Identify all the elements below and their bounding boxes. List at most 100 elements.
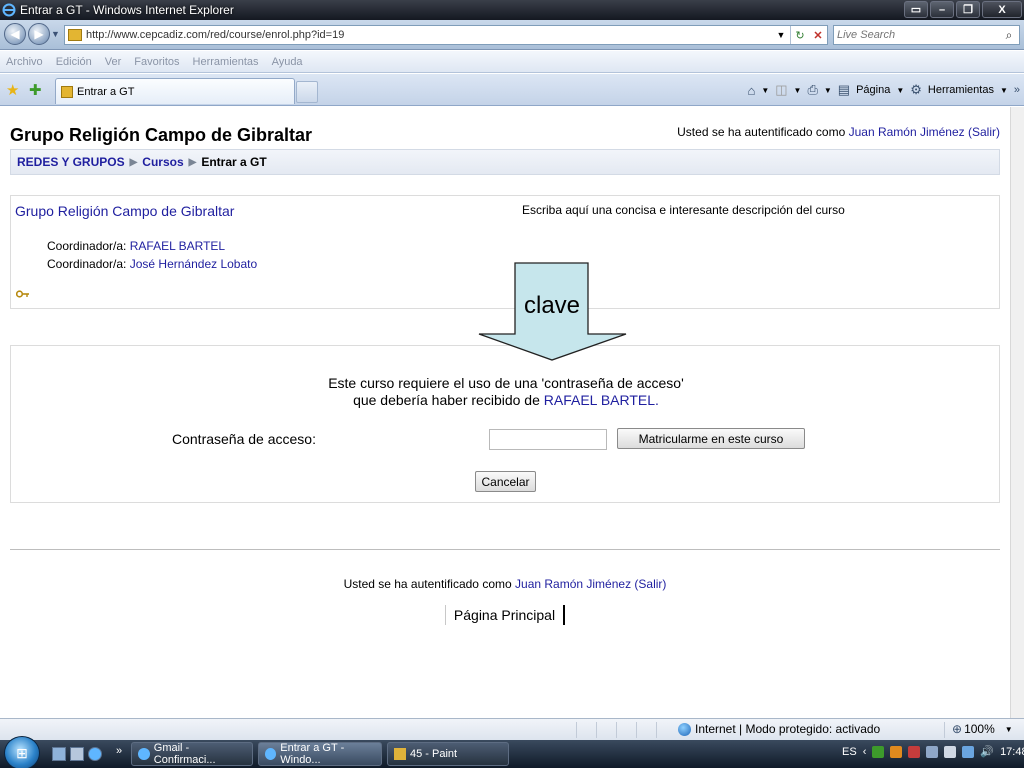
stop-icon[interactable]: ✕: [809, 29, 827, 42]
globe-icon: [678, 722, 691, 736]
quick-launch-more-icon[interactable]: »: [116, 745, 122, 757]
logout-link[interactable]: (Salir): [968, 125, 1000, 139]
password-input[interactable]: [489, 429, 607, 450]
feeds-dropdown-icon[interactable]: ▼: [794, 86, 802, 95]
menu-item-ver[interactable]: Ver: [105, 56, 122, 68]
search-icon[interactable]: ⌕: [999, 28, 1019, 43]
user-name-link[interactable]: Juan Ramón Jiménez: [849, 125, 965, 139]
menu-item-archivo[interactable]: Archivo: [6, 56, 43, 68]
user-name-link[interactable]: Juan Ramón Jiménez: [515, 577, 631, 591]
security-zone[interactable]: Internet | Modo protegido: activado: [678, 722, 880, 736]
enrol-message-line2: que debería haber recibido de RAFAEL BAR…: [11, 392, 1001, 408]
taskbar-item-label: 45 - Paint: [410, 748, 458, 760]
logout-link[interactable]: (Salir): [634, 577, 666, 591]
enrol-button[interactable]: Matricularme en este curso: [617, 428, 805, 449]
address-dropdown-icon[interactable]: ▼: [772, 30, 790, 40]
home-page-link[interactable]: Página Principal: [445, 605, 565, 625]
switch-window-icon[interactable]: ▭: [904, 1, 928, 18]
close-button[interactable]: X: [982, 1, 1022, 18]
tools-dropdown-icon[interactable]: ▼: [1000, 86, 1008, 95]
status-bar: Internet | Modo protegido: activado ⊕ 10…: [0, 718, 1024, 740]
status-divider: [576, 722, 577, 738]
coordinator-row: Coordinador/a: RAFAEL BARTEL: [47, 239, 225, 253]
tab-bar: ★ ✚ Entrar a GT ⌂ ▼ ◫ ▼ ⎙ ▼ ▤ Página ▼ ⚙ Her…: [0, 74, 1024, 106]
command-bar: ⌂ ▼ ◫ ▼ ⎙ ▼ ▤ Página ▼ ⚙ Herramientas ▼ »: [747, 82, 1020, 98]
breadcrumb-root-link[interactable]: REDES Y GRUPOS: [17, 155, 125, 169]
add-favorite-icon[interactable]: ✚: [29, 81, 42, 99]
tray-display-icon[interactable]: [962, 745, 975, 758]
tab-page-icon: [61, 85, 73, 98]
breadcrumb: REDES Y GRUPOS ▶ Cursos ▶ Entrar a GT: [10, 149, 1000, 175]
key-icon: [16, 290, 29, 298]
language-indicator[interactable]: ES: [842, 746, 857, 758]
taskbar-item-label: Entrar a GT - Windo...: [280, 742, 345, 766]
menu-item-edicion[interactable]: Edición: [56, 56, 92, 68]
tab-entrar-a-gt[interactable]: Entrar a GT: [55, 78, 295, 104]
tray-app-icon[interactable]: [890, 745, 903, 758]
page-icon: [68, 29, 82, 41]
url-text[interactable]: http://www.cepcadiz.com/red/course/enrol…: [86, 29, 772, 41]
home-icon[interactable]: ⌂: [747, 83, 755, 98]
breadcrumb-section-link[interactable]: Cursos: [142, 155, 183, 169]
history-dropdown-icon[interactable]: ▼: [51, 29, 60, 39]
enrol-message-prefix: que debería haber recibido de: [353, 392, 540, 408]
search-input[interactable]: [834, 29, 999, 41]
back-button[interactable]: ◀: [4, 23, 26, 45]
forward-button[interactable]: ▶: [28, 23, 50, 45]
page-menu-icon: ▤: [837, 82, 851, 97]
enrol-teacher-link[interactable]: RAFAEL BARTEL.: [544, 392, 659, 408]
taskbar-item-gmail[interactable]: Gmail - Confirmaci...: [131, 742, 253, 766]
security-zone-text: Internet | Modo protegido: activado: [695, 722, 881, 736]
taskbar-item-label: Gmail - Confirmaci...: [153, 742, 216, 766]
refresh-icon[interactable]: ↻: [791, 29, 809, 42]
page-dropdown-icon[interactable]: ▼: [896, 86, 904, 95]
coordinator-link[interactable]: José Hernández Lobato: [130, 257, 257, 271]
feeds-icon[interactable]: ◫: [775, 82, 787, 98]
tray-expand-icon[interactable]: ‹: [863, 746, 867, 758]
menu-item-herramientas[interactable]: Herramientas: [193, 56, 259, 68]
callout-arrow: clave: [478, 262, 627, 361]
search-box[interactable]: ⌕: [833, 25, 1020, 45]
menu-item-ayuda[interactable]: Ayuda: [272, 56, 303, 68]
enrol-box: Este curso requiere el uso de una 'contr…: [10, 345, 1000, 503]
switch-windows-icon[interactable]: [70, 747, 84, 761]
password-label: Contraseña de acceso:: [172, 431, 316, 447]
clock[interactable]: 17:48: [1000, 746, 1024, 758]
vertical-scrollbar[interactable]: [1010, 107, 1024, 718]
internet-explorer-icon: [265, 748, 277, 760]
enrol-message: Este curso requiere el uso de una 'contr…: [328, 375, 684, 391]
page-menu[interactable]: Página: [856, 84, 890, 96]
zoom-control[interactable]: ⊕ 100% ▼: [952, 722, 1013, 736]
tools-menu[interactable]: Herramientas: [928, 84, 994, 96]
zoom-dropdown-icon[interactable]: ▼: [1005, 725, 1013, 734]
tray-tool-icon[interactable]: [926, 745, 939, 758]
new-tab-button[interactable]: [296, 81, 318, 103]
internet-explorer-icon[interactable]: [88, 747, 102, 761]
taskbar-item-entrar-a-gt[interactable]: Entrar a GT - Windo...: [258, 742, 382, 766]
print-icon[interactable]: ⎙: [807, 82, 817, 98]
course-name-link[interactable]: Grupo Religión Campo de Gibraltar: [15, 203, 234, 219]
tab-label: Entrar a GT: [77, 85, 135, 98]
minimize-button[interactable]: –: [930, 1, 954, 18]
address-bar[interactable]: http://www.cepcadiz.com/red/course/enrol…: [64, 25, 828, 45]
maximize-button[interactable]: ❐: [956, 1, 980, 18]
start-button[interactable]: ⊞: [4, 736, 40, 768]
coordinator-link[interactable]: RAFAEL BARTEL: [130, 239, 225, 253]
taskbar-item-paint[interactable]: 45 - Paint: [387, 742, 509, 766]
breadcrumb-current: Entrar a GT: [201, 155, 267, 169]
system-tray: ES ‹ 🔊 17:48: [842, 745, 1024, 758]
volume-icon[interactable]: 🔊: [980, 745, 994, 758]
home-dropdown-icon[interactable]: ▼: [761, 86, 769, 95]
cancel-button[interactable]: Cancelar: [475, 471, 536, 492]
show-desktop-icon[interactable]: [52, 747, 66, 761]
tray-network-icon[interactable]: [872, 745, 885, 758]
favorites-star-icon[interactable]: ★: [6, 81, 19, 99]
tray-security-icon[interactable]: [908, 745, 921, 758]
print-dropdown-icon[interactable]: ▼: [824, 86, 832, 95]
more-chevron-icon[interactable]: »: [1014, 84, 1020, 96]
menu-item-favoritos[interactable]: Favoritos: [134, 56, 179, 68]
login-prefix: Usted se ha autentificado como: [677, 125, 846, 139]
tray-device-icon[interactable]: [944, 745, 957, 758]
status-divider: [636, 722, 637, 738]
coordinator-row: Coordinador/a: José Hernández Lobato: [47, 257, 257, 271]
